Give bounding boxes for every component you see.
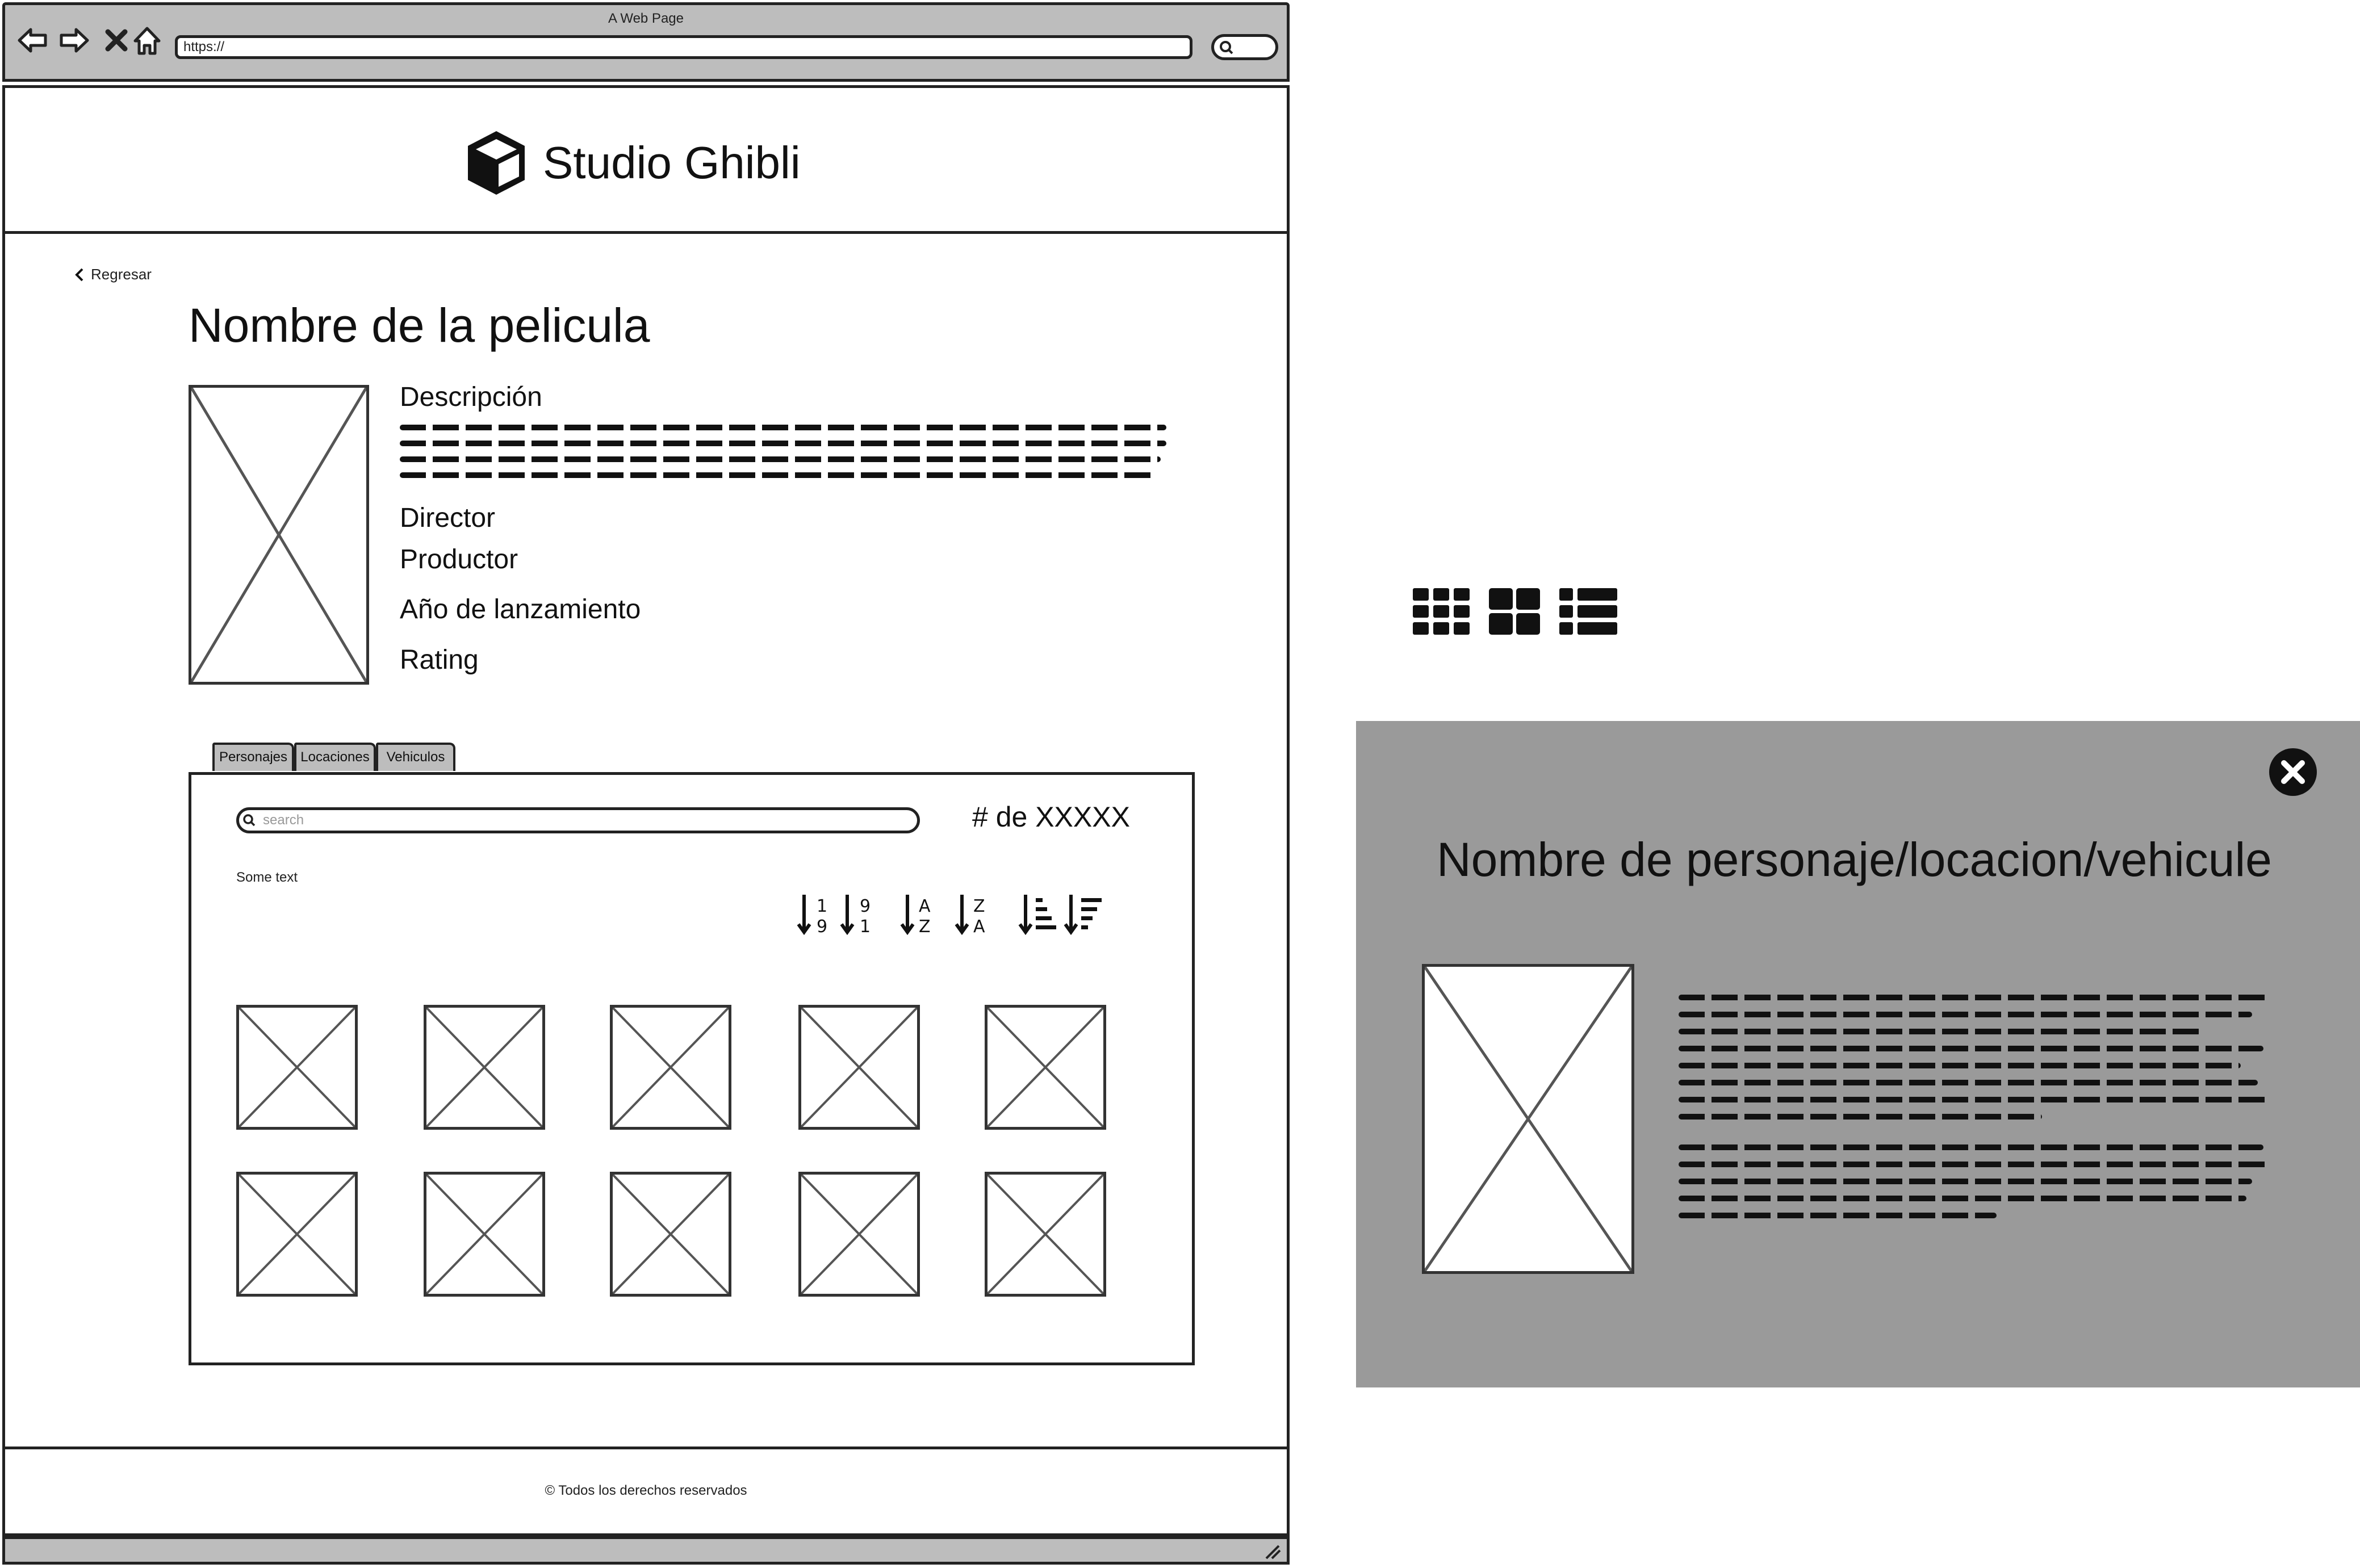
sort-amount-asc-icon[interactable] — [1018, 891, 1057, 941]
svg-text:1: 1 — [860, 917, 871, 937]
close-circle-icon[interactable] — [2268, 747, 2318, 797]
director-label: Director — [400, 503, 496, 533]
sort-numeric-asc-icon[interactable]: 1 9 — [796, 891, 836, 941]
back-link[interactable]: Regresar — [74, 266, 152, 283]
modal-image-placeholder — [1422, 964, 1634, 1274]
svg-text:9: 9 — [860, 896, 871, 916]
film-poster-placeholder — [189, 385, 369, 685]
item-card-placeholder[interactable] — [424, 1172, 545, 1297]
item-card-placeholder[interactable] — [985, 1172, 1106, 1297]
item-card-placeholder[interactable] — [985, 1005, 1106, 1130]
tab-vehiculos[interactable]: Vehiculos — [376, 743, 455, 771]
item-card-placeholder[interactable] — [610, 1172, 731, 1297]
producer-label: Productor — [400, 544, 518, 575]
list-view-icon[interactable] — [1559, 588, 1618, 636]
search-icon — [1220, 41, 1233, 54]
tab-personajes[interactable]: Personajes — [212, 743, 294, 771]
sort-alpha-desc-icon[interactable]: Z A — [954, 891, 994, 941]
svg-text:Z: Z — [973, 896, 985, 916]
search-input[interactable]: search — [236, 807, 920, 833]
modal-title: Nombre de personaje/locacion/vehicule — [1437, 833, 2272, 886]
sort-amount-desc-icon[interactable] — [1063, 891, 1103, 941]
item-card-placeholder[interactable] — [610, 1005, 731, 1130]
brand[interactable]: Studio Ghibli — [461, 126, 801, 200]
back-arrow-icon[interactable] — [16, 24, 49, 57]
item-card-placeholder[interactable] — [236, 1005, 358, 1130]
item-card-placeholder[interactable] — [424, 1005, 545, 1130]
browser-window: A Web Page https:// Studio Ghibli Regres… — [0, 0, 1292, 1568]
window-title: A Web Page — [608, 11, 684, 26]
back-label: Regresar — [91, 266, 152, 283]
tab-locaciones[interactable]: Locaciones — [294, 743, 376, 771]
browser-search-field[interactable] — [1211, 34, 1278, 60]
close-icon[interactable] — [100, 24, 133, 57]
search-icon — [243, 814, 256, 827]
chevron-left-icon — [75, 268, 83, 281]
modal-description — [1679, 995, 2269, 1218]
item-card-placeholder[interactable] — [798, 1005, 920, 1130]
brand-title: Studio Ghibli — [543, 137, 801, 188]
forward-arrow-icon[interactable] — [58, 24, 91, 57]
svg-text:1: 1 — [817, 896, 827, 916]
sort-alpha-asc-icon[interactable]: A Z — [899, 891, 939, 941]
url-bar[interactable]: https:// — [175, 35, 1192, 59]
grid-large-icon[interactable] — [1487, 588, 1546, 636]
svg-text:A: A — [973, 917, 985, 937]
grid-small-icon[interactable] — [1413, 588, 1472, 636]
cube-icon — [468, 131, 525, 195]
resize-grip-icon[interactable] — [1262, 1542, 1281, 1559]
rating-label: Rating — [400, 645, 479, 675]
footer-copyright: © Todos los derechos reservados — [545, 1483, 747, 1498]
sort-numeric-desc-icon[interactable]: 9 1 — [839, 891, 879, 941]
svg-text:A: A — [919, 896, 931, 916]
description-text — [400, 425, 1166, 478]
film-title: Nombre de la pelicula — [189, 299, 650, 352]
item-count: # de XXXXX — [972, 801, 1130, 833]
description-label: Descripción — [400, 382, 542, 412]
panel-text: Some text — [236, 870, 298, 885]
svg-text:9: 9 — [817, 917, 827, 937]
item-card-placeholder[interactable] — [798, 1172, 920, 1297]
home-icon[interactable] — [131, 24, 164, 57]
svg-text:Z: Z — [919, 917, 931, 937]
release-year-label: Año de lanzamiento — [400, 594, 641, 624]
browser-statusbar — [2, 1536, 1290, 1565]
item-card-placeholder[interactable] — [236, 1172, 358, 1297]
